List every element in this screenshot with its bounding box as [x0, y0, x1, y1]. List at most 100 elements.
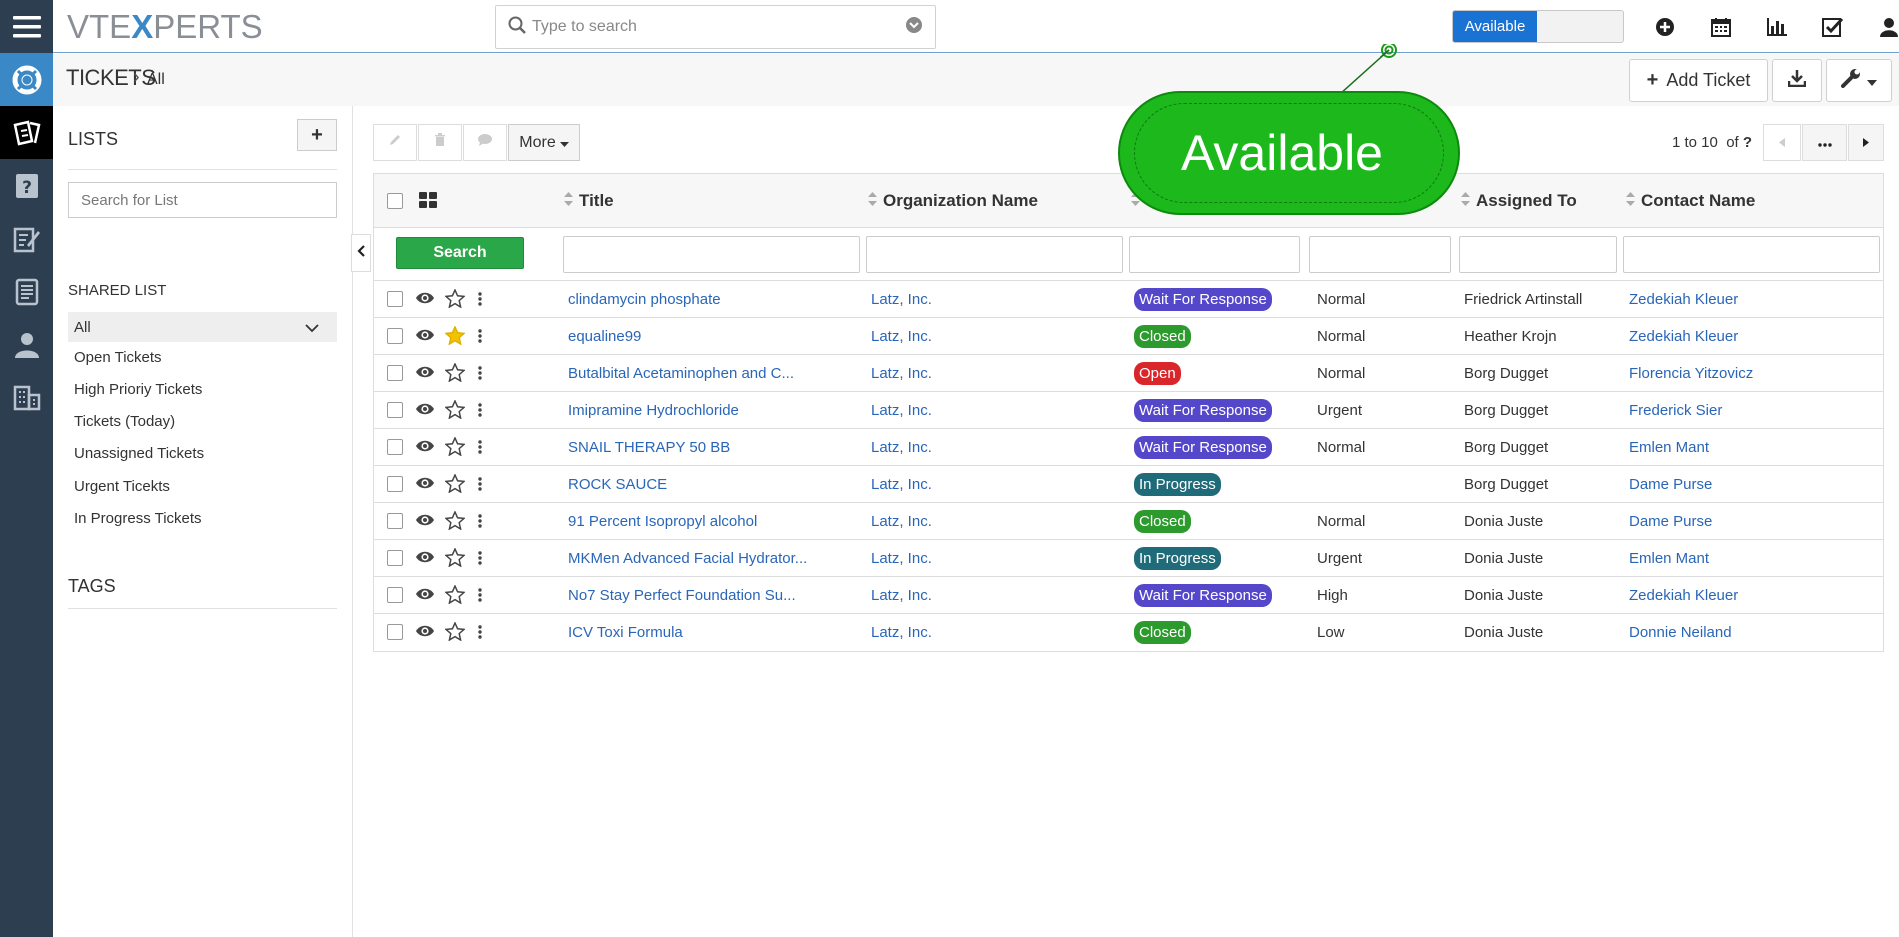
calendar-icon[interactable] [1693, 0, 1749, 53]
ticket-title-link[interactable]: Imipramine Hydrochloride [568, 402, 739, 419]
kebab-menu-icon[interactable] [478, 587, 482, 607]
row-checkbox[interactable] [387, 513, 403, 529]
column-organization[interactable]: Organization Name [868, 191, 1038, 211]
eye-icon[interactable] [415, 439, 435, 457]
row-checkbox[interactable] [387, 402, 403, 418]
kebab-menu-icon[interactable] [478, 624, 482, 644]
column-contact-name[interactable]: Contact Name [1626, 191, 1755, 211]
organization-link[interactable]: Latz, Inc. [871, 328, 932, 345]
page-jump-button[interactable] [1802, 124, 1847, 161]
next-page-button[interactable] [1848, 124, 1884, 161]
filter-contact-input[interactable] [1623, 236, 1880, 273]
row-checkbox[interactable] [387, 624, 403, 640]
chevron-down-icon[interactable] [905, 16, 923, 39]
row-checkbox[interactable] [387, 291, 403, 307]
kebab-menu-icon[interactable] [478, 328, 482, 348]
availability-toggle[interactable]: Available [1452, 10, 1624, 43]
list-search-input[interactable] [68, 182, 337, 218]
table-row[interactable]: ROCK SAUCE Latz, Inc. In Progress Borg Dugg… [374, 466, 1883, 503]
kebab-menu-icon[interactable] [478, 402, 482, 422]
table-row[interactable]: Imipramine Hydrochloride Latz, Inc. Wait F… [374, 392, 1883, 429]
eye-icon[interactable] [415, 513, 435, 531]
breadcrumb-module[interactable]: Tickets [66, 65, 156, 91]
row-checkbox[interactable] [387, 587, 403, 603]
ticket-title-link[interactable]: MKMen Advanced Facial Hydrator... [568, 550, 807, 567]
eye-icon[interactable] [415, 365, 435, 383]
search-button[interactable]: Search [396, 237, 524, 269]
table-row[interactable]: clindamycin phosphate Latz, Inc. Wait For … [374, 281, 1883, 318]
global-search-input[interactable] [526, 18, 905, 36]
star-icon[interactable] [444, 584, 466, 608]
list-item-today[interactable]: Tickets (Today) [74, 413, 175, 430]
plus-circle-icon[interactable] [1637, 0, 1693, 53]
star-icon[interactable] [444, 547, 466, 571]
collapse-sidebar-button[interactable] [351, 234, 371, 272]
contact-link[interactable]: Zedekiah Kleuer [1629, 328, 1738, 345]
filter-organization-input[interactable] [866, 236, 1123, 273]
star-icon[interactable] [444, 473, 466, 497]
filter-status-input[interactable] [1129, 236, 1300, 273]
row-checkbox[interactable] [387, 439, 403, 455]
contact-link[interactable]: Zedekiah Kleuer [1629, 587, 1738, 604]
star-icon[interactable] [444, 399, 466, 423]
eye-icon[interactable] [415, 624, 435, 642]
row-checkbox[interactable] [387, 476, 403, 492]
filter-title-input[interactable] [563, 236, 860, 273]
reports-icon[interactable] [1749, 0, 1805, 53]
star-icon[interactable] [444, 288, 466, 312]
organization-link[interactable]: Latz, Inc. [871, 587, 932, 604]
ticket-title-link[interactable]: No7 Stay Perfect Foundation Su... [568, 587, 796, 604]
columns-grid-icon[interactable] [419, 192, 437, 213]
star-icon[interactable] [444, 325, 466, 349]
previous-page-button[interactable] [1763, 124, 1801, 161]
more-dropdown[interactable]: More [508, 124, 580, 161]
contact-link[interactable]: Florencia Yitzovicz [1629, 365, 1753, 382]
filter-assigned-input[interactable] [1459, 236, 1617, 273]
eye-icon[interactable] [415, 402, 435, 420]
organization-link[interactable]: Latz, Inc. [871, 402, 932, 419]
settings-dropdown-button[interactable] [1826, 59, 1892, 102]
organizations-icon[interactable] [0, 371, 53, 424]
contact-link[interactable]: Emlen Mant [1629, 550, 1709, 567]
organization-link[interactable]: Latz, Inc. [871, 476, 932, 493]
table-row[interactable]: Butalbital Acetaminophen and C... Latz, I… [374, 355, 1883, 392]
star-icon[interactable] [444, 436, 466, 460]
list-item-open-tickets[interactable]: Open Tickets [74, 349, 162, 366]
menu-icon[interactable] [0, 0, 53, 53]
import-button[interactable] [1772, 59, 1822, 102]
ticket-title-link[interactable]: 91 Percent Isopropyl alcohol [568, 513, 757, 530]
table-row[interactable]: ICV Toxi Formula Latz, Inc. Closed Low Donia… [374, 614, 1883, 651]
row-checkbox[interactable] [387, 365, 403, 381]
kebab-menu-icon[interactable] [478, 476, 482, 496]
organization-link[interactable]: Latz, Inc. [871, 550, 932, 567]
add-list-button[interactable]: + [297, 119, 337, 151]
list-item-high-priority[interactable]: High Prioriy Tickets [74, 381, 202, 398]
organization-link[interactable]: Latz, Inc. [871, 439, 932, 456]
kebab-menu-icon[interactable] [478, 439, 482, 459]
edit-button[interactable] [373, 124, 417, 161]
table-row[interactable]: equaline99 Latz, Inc. Closed Normal Heather … [374, 318, 1883, 355]
list-item-urgent[interactable]: Urgent Ticekts [74, 478, 170, 495]
ticket-title-link[interactable]: equaline99 [568, 328, 641, 345]
eye-icon[interactable] [415, 328, 435, 346]
app-logo[interactable]: VTEXPERTS [67, 8, 263, 46]
table-row[interactable]: 91 Percent Isopropyl alcohol Latz, Inc. Cl… [374, 503, 1883, 540]
eye-icon[interactable] [415, 476, 435, 494]
contact-link[interactable]: Donnie Neiland [1629, 624, 1732, 641]
star-icon[interactable] [444, 621, 466, 645]
user-icon[interactable] [1861, 0, 1899, 53]
kebab-menu-icon[interactable] [478, 550, 482, 570]
add-ticket-button[interactable]: + Add Ticket [1629, 59, 1768, 102]
eye-icon[interactable] [415, 291, 435, 309]
star-icon[interactable] [444, 362, 466, 386]
table-row[interactable]: MKMen Advanced Facial Hydrator... Latz, I… [374, 540, 1883, 577]
kebab-menu-icon[interactable] [478, 513, 482, 533]
ticket-title-link[interactable]: ICV Toxi Formula [568, 624, 683, 641]
list-item-unassigned[interactable]: Unassigned Tickets [74, 445, 204, 462]
organization-link[interactable]: Latz, Inc. [871, 291, 932, 308]
column-title[interactable]: Title [564, 191, 614, 211]
organization-link[interactable]: Latz, Inc. [871, 365, 932, 382]
tasks-icon[interactable] [1805, 0, 1861, 53]
list-item-in-progress[interactable]: In Progress Tickets [74, 510, 202, 527]
documents-icon[interactable] [0, 212, 53, 265]
